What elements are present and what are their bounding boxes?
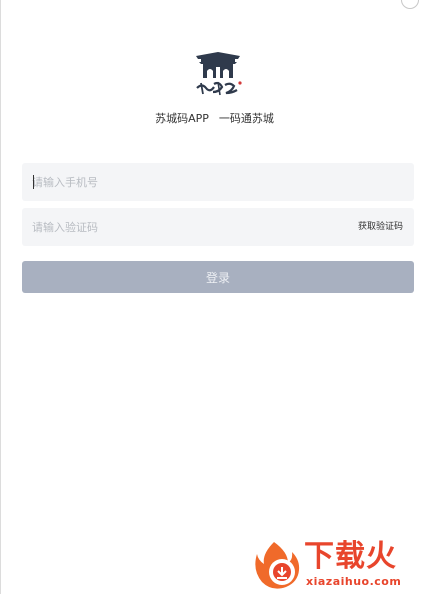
app-tagline: 苏城码APP 一码通苏城 <box>0 110 429 126</box>
app-name: 苏城码APP <box>155 112 209 125</box>
city-gate-icon <box>196 52 242 96</box>
watermark: 下载火 xiazaihuo.com <box>252 538 426 592</box>
login-button[interactable]: 登录 <box>22 261 414 293</box>
close-icon[interactable] <box>401 0 419 9</box>
watermark-url: xiazaihuo.com <box>306 575 402 588</box>
watermark-title: 下载火 <box>304 539 397 574</box>
app-logo <box>192 50 244 98</box>
phone-input[interactable] <box>32 163 402 201</box>
get-code-button[interactable]: 获取验证码 <box>358 208 403 246</box>
verification-code-field: 获取验证码 <box>22 208 414 246</box>
page-left-border <box>0 0 1 594</box>
app-slogan: 一码通苏城 <box>218 112 274 125</box>
phone-field <box>22 163 414 201</box>
verification-code-input[interactable] <box>32 208 332 246</box>
text-caret <box>33 175 34 189</box>
flame-icon <box>255 542 300 589</box>
